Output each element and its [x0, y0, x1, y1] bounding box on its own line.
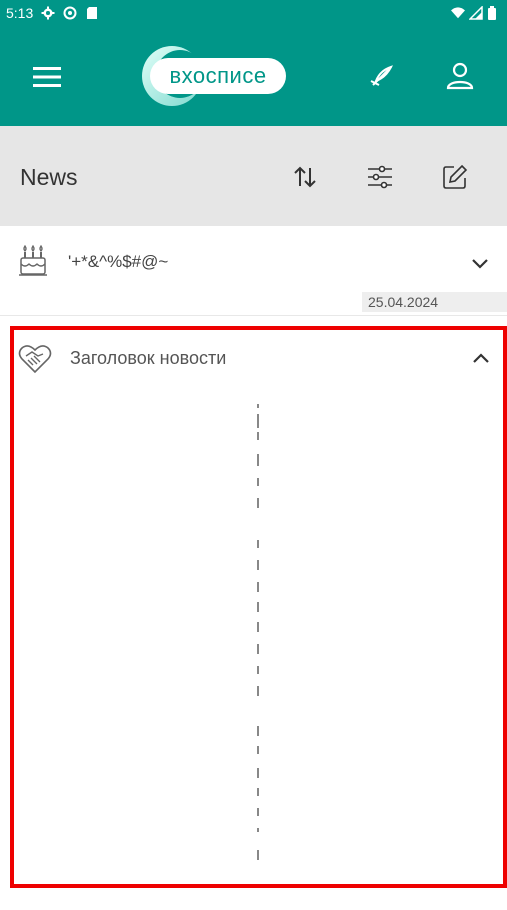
sd-card-icon	[85, 6, 99, 20]
text-fragment	[257, 686, 259, 696]
text-fragment	[257, 582, 259, 592]
filter-button[interactable]	[365, 162, 395, 192]
text-fragment	[257, 432, 259, 440]
brand-logo[interactable]: вхосписе	[140, 44, 292, 108]
signal-icon	[469, 6, 483, 20]
battery-icon	[487, 6, 501, 20]
text-fragment	[257, 788, 259, 796]
sort-button[interactable]	[290, 162, 320, 192]
text-fragment	[257, 498, 259, 508]
filter-icon	[368, 165, 392, 189]
feather-icon	[370, 65, 393, 86]
chevron-down-icon[interactable]	[469, 252, 491, 274]
app-bar: вхосписе	[0, 26, 507, 126]
text-fragment	[257, 414, 259, 428]
page-title: News	[20, 164, 78, 190]
text-fragment	[257, 404, 259, 408]
profile-button[interactable]	[444, 60, 476, 92]
feather-button[interactable]	[366, 60, 398, 92]
menu-icon	[33, 67, 61, 87]
heart-handshake-icon	[18, 345, 52, 374]
text-fragment	[257, 560, 259, 570]
text-fragment	[257, 768, 259, 778]
news-item[interactable]: '+*&^%$#@~ 25.04.2024	[0, 226, 507, 316]
birthday-cake-icon	[19, 244, 47, 276]
text-fragment	[257, 622, 259, 632]
location-icon	[63, 6, 77, 20]
edit-button[interactable]	[440, 162, 470, 192]
status-time: 5:13	[6, 5, 34, 21]
text-fragment	[257, 540, 259, 548]
text-fragment	[257, 454, 259, 466]
profile-icon	[446, 62, 474, 90]
status-left: 5:13	[6, 5, 99, 21]
edit-icon	[443, 164, 468, 189]
news-body	[255, 404, 261, 864]
status-bar: 5:13	[0, 0, 507, 26]
sort-icon	[294, 166, 316, 188]
menu-button[interactable]	[30, 60, 64, 94]
text-fragment	[257, 602, 259, 612]
text-fragment	[257, 850, 259, 860]
text-fragment	[257, 808, 259, 816]
text-fragment	[257, 746, 259, 754]
news-date: 25.04.2024	[362, 292, 507, 312]
chevron-up-icon[interactable]	[470, 348, 492, 370]
brand-name: вхосписе	[150, 58, 286, 94]
settings-icon	[41, 6, 55, 20]
news-item-expanded[interactable]: Заголовок новости	[10, 326, 507, 888]
news-toolbar: News	[0, 126, 507, 226]
status-right	[451, 6, 501, 20]
text-fragment	[257, 666, 259, 674]
text-fragment	[257, 644, 259, 654]
wifi-icon	[451, 6, 465, 20]
text-fragment	[257, 828, 259, 832]
text-fragment	[257, 726, 259, 736]
text-fragment	[257, 478, 259, 486]
news-title: Заголовок новости	[70, 348, 227, 368]
news-title: '+*&^%$#@~	[68, 252, 169, 271]
